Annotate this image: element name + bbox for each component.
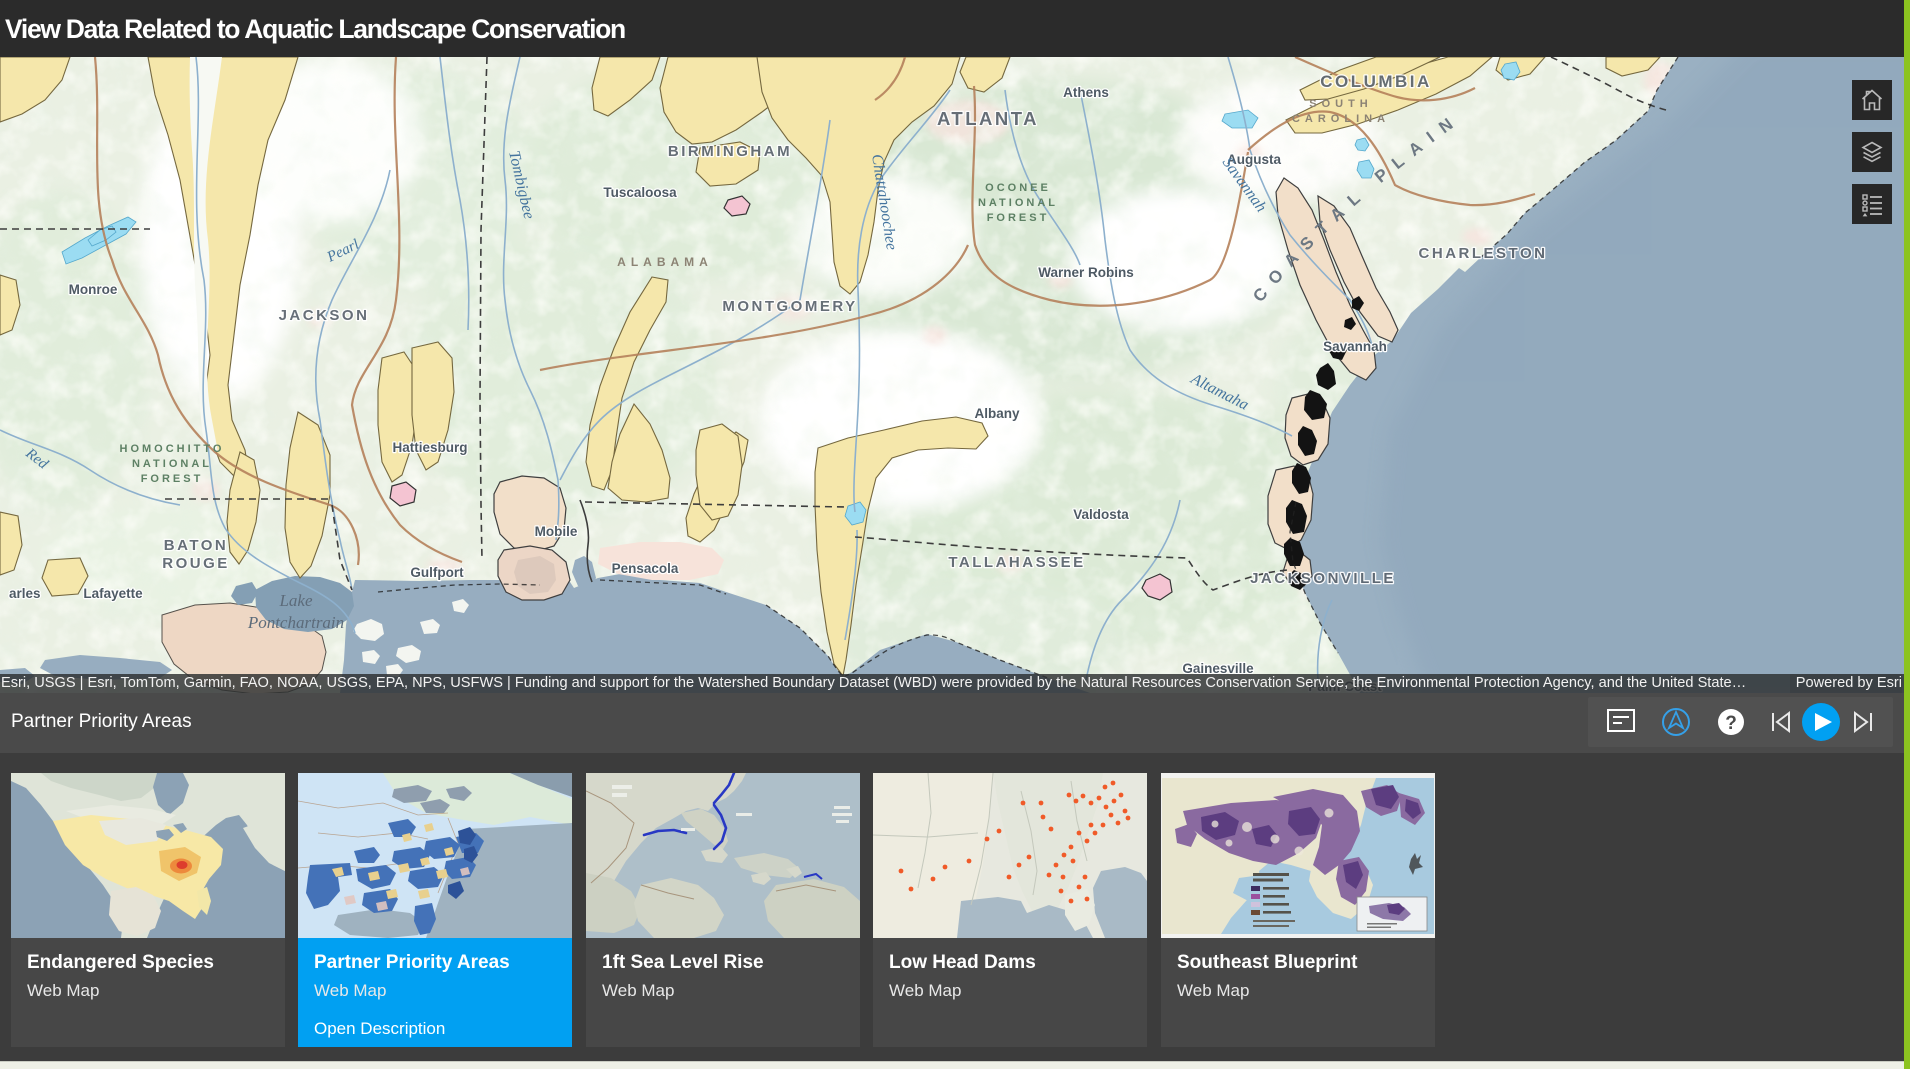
svg-text:Mobile: Mobile [535,524,578,539]
svg-text:Athens: Athens [1063,85,1109,100]
svg-text:Savannah: Savannah [1323,339,1387,354]
svg-text:FOREST: FOREST [987,212,1050,224]
svg-text:Valdosta: Valdosta [1073,507,1129,522]
svg-text:CAROLINA: CAROLINA [1292,113,1390,125]
svg-text:OCONEE: OCONEE [985,182,1051,194]
svg-text:Tuscaloosa: Tuscaloosa [603,185,677,200]
svg-text:Lafayette: Lafayette [83,586,143,601]
svg-text:JACKSON: JACKSON [279,307,370,324]
svg-text:ALABAMA: ALABAMA [617,255,713,269]
svg-text:Warner Robins: Warner Robins [1038,265,1134,280]
svg-text:Lake: Lake [278,591,313,610]
svg-text:NATIONAL: NATIONAL [132,458,212,470]
svg-text:HOMOCHITTO: HOMOCHITTO [120,443,225,455]
svg-text:CHARLESTON: CHARLESTON [1419,245,1548,262]
svg-text:FOREST: FOREST [141,473,204,485]
svg-text:Pontchartrain: Pontchartrain [247,613,344,632]
svg-text:TALLAHASSEE: TALLAHASSEE [948,554,1085,571]
svg-text:Monroe: Monroe [69,282,118,297]
svg-text:COLUMBIA: COLUMBIA [1320,72,1432,91]
svg-text:Pensacola: Pensacola [612,561,679,576]
svg-text:ROUGE: ROUGE [162,555,230,572]
svg-text:Hattiesburg: Hattiesburg [392,440,467,455]
svg-text:Gulfport: Gulfport [410,565,464,580]
svg-text:SOUTH: SOUTH [1309,98,1373,110]
svg-text:NATIONAL: NATIONAL [978,197,1058,209]
svg-text:ATLANTA: ATLANTA [937,108,1039,129]
svg-text:?: ? [1725,713,1737,734]
svg-text:MONTGOMERY: MONTGOMERY [722,298,857,315]
svg-text:BIRMINGHAM: BIRMINGHAM [668,143,792,160]
svg-text:Albany: Albany [974,406,1020,421]
svg-text:arles: arles [9,586,41,601]
svg-text:JACKSONVILLE: JACKSONVILLE [1250,570,1396,587]
svg-text:BATON: BATON [164,537,228,554]
